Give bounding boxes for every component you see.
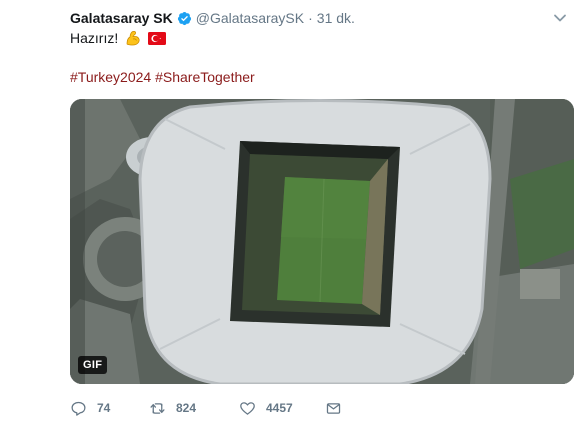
retweet-icon (150, 402, 165, 414)
gif-media[interactable]: GIF (70, 99, 574, 384)
like-button[interactable]: 4457 (239, 400, 325, 417)
retweet-count: 824 (176, 401, 197, 415)
direct-message-icon (326, 402, 341, 414)
chevron-down-icon[interactable] (552, 10, 568, 26)
user-handle[interactable]: @GalatasaraySK (196, 10, 304, 26)
hashtag-line: #Turkey2024 #ShareTogether (70, 69, 255, 85)
reply-count: 74 (97, 401, 111, 415)
reply-icon (71, 401, 86, 416)
stadium-aerial-image (70, 99, 574, 384)
hashtag-link[interactable]: #Turkey2024 (70, 69, 151, 85)
tweet-text-content: Hazırız! (70, 30, 119, 46)
reply-button[interactable]: 74 (70, 400, 134, 417)
tweet-header: Galatasaray SK @GalatasaraySK · 31 dk. (70, 9, 355, 27)
retweet-button[interactable]: 824 (149, 400, 239, 417)
hashtag-link[interactable]: #ShareTogether (155, 69, 255, 85)
like-count: 4457 (266, 401, 293, 415)
verified-badge-icon (177, 11, 192, 26)
gif-badge: GIF (78, 356, 108, 374)
tweet-actions: 74 824 4457 (70, 398, 345, 418)
header-separator: · (308, 10, 313, 26)
tweet-card: Galatasaray SK @GalatasaraySK · 31 dk. H… (0, 0, 583, 422)
direct-message-button[interactable] (325, 400, 345, 417)
turkey-flag-emoji-icon (148, 31, 167, 45)
display-name[interactable]: Galatasaray SK (70, 10, 173, 26)
flexed-biceps-emoji-icon (124, 29, 142, 47)
like-heart-icon (240, 401, 255, 415)
tweet-timestamp[interactable]: 31 dk. (317, 10, 355, 26)
tweet-text: Hazırız! (70, 28, 167, 48)
